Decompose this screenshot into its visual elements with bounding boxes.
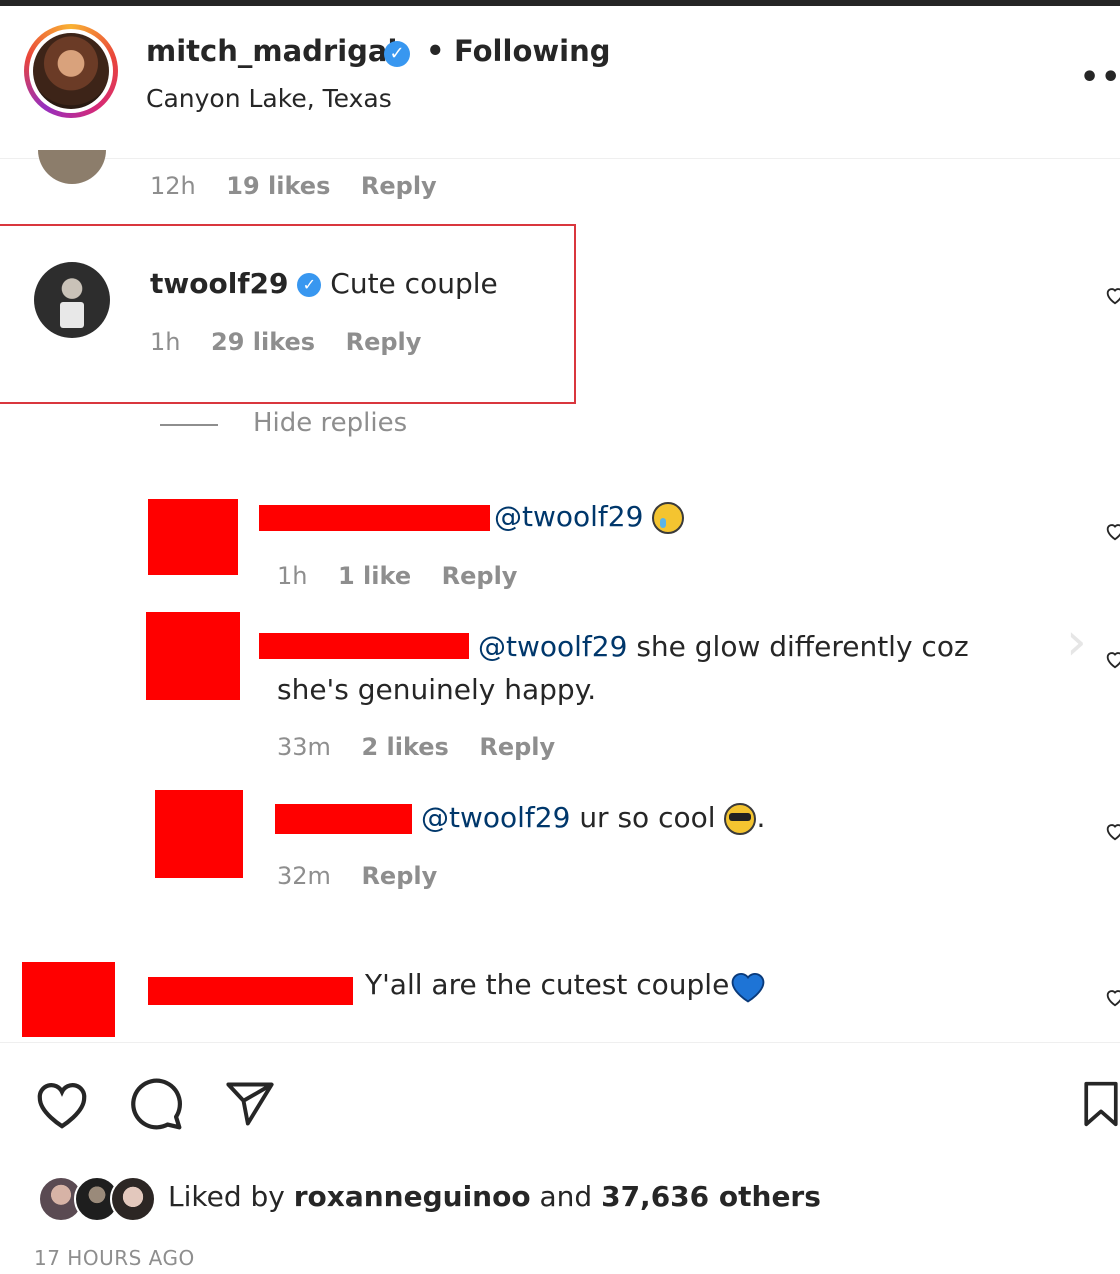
- comment-body: twoolf29 ✓ Cute couple: [150, 267, 498, 300]
- reply-likes[interactable]: 1 like: [338, 562, 411, 590]
- likes-prefix: Liked by: [168, 1180, 285, 1213]
- following-button[interactable]: Following: [454, 34, 611, 68]
- reply-text: she glow differently coz: [636, 630, 969, 663]
- reply-button[interactable]: Reply: [361, 172, 437, 200]
- reply-text-continued: she's genuinely happy.: [277, 673, 597, 706]
- crying-face-emoji-icon: [652, 502, 685, 534]
- sunglasses-face-emoji-icon: [724, 803, 757, 835]
- mention-link[interactable]: @twoolf29: [421, 801, 570, 834]
- reply-time: 1h: [277, 562, 308, 590]
- save-bookmark-icon[interactable]: [1082, 1080, 1120, 1128]
- reply-time: 33m: [277, 733, 331, 761]
- redacted-avatar: [155, 790, 243, 878]
- comment-meta: 12h 19 likes Reply: [150, 172, 437, 200]
- likes-and: and: [539, 1180, 593, 1213]
- redacted-avatar: [148, 499, 238, 575]
- reply-text: ur so cool: [579, 801, 716, 834]
- share-send-icon[interactable]: [224, 1078, 276, 1130]
- reply-likes[interactable]: 2 likes: [361, 733, 448, 761]
- reply-meta: 1h 1 like Reply: [277, 562, 517, 590]
- next-post-chevron-icon[interactable]: ›: [1066, 612, 1087, 672]
- reply-time: 32m: [277, 862, 331, 890]
- comment-time: 12h: [150, 172, 196, 200]
- hide-replies-button[interactable]: Hide replies: [253, 408, 407, 438]
- comment-meta: 1h 29 likes Reply: [150, 328, 421, 356]
- comment-body: Y'all are the cutest couple: [365, 968, 767, 1003]
- reply-button[interactable]: Reply: [442, 562, 518, 590]
- like-comment-heart-icon[interactable]: [1104, 986, 1120, 1008]
- like-heart-icon[interactable]: [34, 1078, 90, 1130]
- like-comment-heart-icon[interactable]: [1104, 520, 1120, 542]
- reply-body: @twoolf29 ur so cool .: [421, 801, 765, 835]
- reply-meta: 33m 2 likes Reply: [277, 733, 555, 761]
- replies-divider: [160, 424, 218, 426]
- reply-button[interactable]: Reply: [479, 733, 555, 761]
- liker-avatar[interactable]: [110, 1176, 156, 1222]
- comment-bubble-icon[interactable]: [128, 1076, 184, 1132]
- comment-time: 1h: [150, 328, 181, 356]
- reply-button[interactable]: Reply: [361, 862, 437, 890]
- mention-link[interactable]: @twoolf29: [494, 500, 643, 533]
- reply-button[interactable]: Reply: [346, 328, 422, 356]
- more-options-icon[interactable]: •••: [1080, 60, 1120, 95]
- likes-count[interactable]: 37,636 others: [601, 1180, 821, 1213]
- verified-badge-icon: ✓: [384, 41, 410, 67]
- reply-suffix: .: [756, 801, 766, 834]
- redacted-username: [259, 633, 469, 659]
- liker-username[interactable]: roxanneguinoo: [294, 1180, 531, 1213]
- reply-body: @twoolf29 she glow differently coz: [478, 630, 969, 663]
- like-comment-heart-icon[interactable]: [1104, 648, 1120, 670]
- author-avatar[interactable]: [24, 24, 118, 118]
- verified-badge-icon: ✓: [297, 273, 322, 297]
- redacted-username: [275, 804, 412, 834]
- post-timestamp[interactable]: 17 HOURS AGO: [34, 1246, 195, 1270]
- comment-username[interactable]: twoolf29: [150, 267, 288, 300]
- redacted-username: [259, 505, 490, 531]
- reply-body: @twoolf29: [494, 500, 685, 534]
- comment-text: Y'all are the cutest couple: [365, 968, 730, 1001]
- like-comment-heart-icon[interactable]: [1104, 284, 1120, 306]
- post-location[interactable]: Canyon Lake, Texas: [146, 84, 392, 113]
- mention-link[interactable]: @twoolf29: [478, 630, 627, 663]
- author-username[interactable]: mitch_madrigal: [146, 34, 397, 68]
- blue-heart-emoji-icon: [731, 973, 765, 1003]
- comment-likes[interactable]: 29 likes: [211, 328, 315, 356]
- commenter-avatar[interactable]: [34, 262, 110, 338]
- redacted-username: [148, 977, 353, 1005]
- redacted-avatar: [22, 962, 115, 1037]
- likes-summary: Liked by roxanneguinoo and 37,636 others: [168, 1180, 821, 1213]
- comment-text: Cute couple: [330, 267, 498, 300]
- header-separator: •: [426, 34, 445, 68]
- post-header: [0, 6, 1120, 159]
- comment-likes[interactable]: 19 likes: [226, 172, 330, 200]
- redacted-avatar: [146, 612, 240, 700]
- reply-meta: 32m Reply: [277, 862, 437, 890]
- like-comment-heart-icon[interactable]: [1104, 820, 1120, 842]
- commenter-avatar[interactable]: [38, 150, 106, 184]
